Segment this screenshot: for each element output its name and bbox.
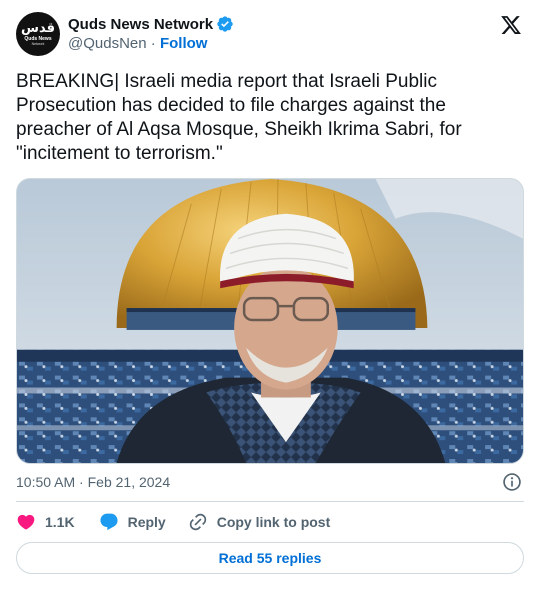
photo-dome-of-the-rock-sheikh (17, 179, 523, 463)
post-photo[interactable] (16, 178, 524, 464)
handle[interactable]: @QudsNen (68, 35, 147, 52)
reply-bubble-icon (100, 513, 118, 531)
handle-row: @QudsNen · Follow (68, 34, 234, 54)
avatar-logo-text: قدس (21, 21, 55, 36)
display-name-row: Quds News Network (68, 14, 234, 34)
link-icon (189, 513, 206, 531)
post-header: قدس Quds News Network Quds News Network … (16, 12, 524, 56)
info-icon[interactable] (502, 472, 522, 492)
author-info: Quds News Network @QudsNen · Follow (68, 14, 234, 54)
post-date: Feb 21, 2024 (87, 474, 171, 490)
post-timestamp[interactable]: 10:50 AM · Feb 21, 2024 (16, 472, 170, 492)
x-logo-icon[interactable] (500, 14, 522, 36)
handle-separator: · (150, 35, 160, 52)
display-name[interactable]: Quds News Network (68, 16, 213, 33)
timestamp-separator: · (79, 474, 88, 490)
copy-link-button[interactable]: Copy link to post (188, 512, 331, 532)
follow-button[interactable]: Follow (160, 35, 208, 52)
embedded-post-card: قدس Quds News Network Quds News Network … (0, 0, 540, 589)
reply-label: Reply (127, 514, 166, 530)
post-actions: 1.1K Reply Copy link to post (16, 510, 352, 534)
divider (16, 501, 524, 502)
post-text: BREAKING| Israeli media report that Isra… (16, 71, 462, 164)
read-replies-button[interactable]: Read 55 replies (16, 542, 524, 574)
avatar-logo-subtext-2: Network (31, 42, 45, 46)
heart-icon (17, 514, 35, 530)
like-count: 1.1K (45, 514, 75, 530)
copy-link-label: Copy link to post (216, 514, 331, 530)
avatar[interactable]: قدس Quds News Network (16, 12, 60, 56)
verified-badge-icon (216, 15, 234, 33)
post-time: 10:50 AM (16, 474, 76, 490)
reply-button[interactable]: Reply (99, 512, 166, 532)
like-button[interactable]: 1.1K (16, 512, 75, 532)
